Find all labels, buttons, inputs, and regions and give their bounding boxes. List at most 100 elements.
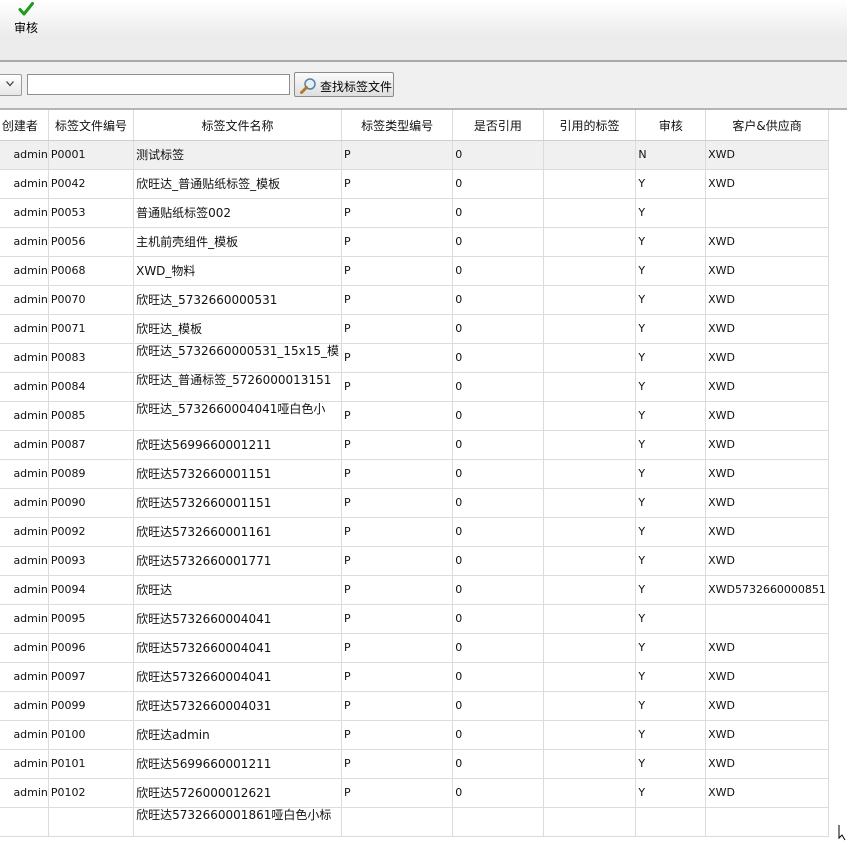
- cell-audit[interactable]: Y: [635, 343, 707, 373]
- cell-customer[interactable]: XWD5732660000851: [705, 575, 829, 605]
- cell-creator[interactable]: [0, 807, 49, 837]
- cell-customer[interactable]: XWD: [705, 691, 829, 721]
- cell-code[interactable]: P0068: [48, 256, 135, 286]
- cell-referenced[interactable]: 0: [452, 546, 544, 576]
- table-row[interactable]: admin P0085 欣旺达_5732660004041哑白色小 P 0 Y XWD: [0, 401, 829, 431]
- cell-type[interactable]: P: [341, 314, 454, 344]
- find-label-file-button[interactable]: 查找标签文件: [294, 72, 394, 97]
- cell-referenced[interactable]: 0: [452, 343, 544, 373]
- cell-referenced[interactable]: [452, 807, 544, 837]
- cell-code[interactable]: P0093: [48, 546, 135, 576]
- cell-name[interactable]: 欣旺达_普通贴纸标签_模板: [133, 169, 342, 199]
- table-row[interactable]: admin P0087 欣旺达5699660001211 P 0 Y XWD: [0, 430, 829, 460]
- cell-creator[interactable]: admin: [0, 749, 49, 779]
- cell-audit[interactable]: N: [635, 140, 707, 170]
- cell-referenced[interactable]: 0: [452, 633, 544, 663]
- col-header-customer[interactable]: 客户&供应商: [705, 110, 829, 141]
- cell-referenced[interactable]: 0: [452, 517, 544, 547]
- cell-creator[interactable]: admin: [0, 604, 49, 634]
- cell-audit[interactable]: Y: [635, 488, 707, 518]
- table-row[interactable]: admin P0099 欣旺达5732660004031 P 0 Y XWD: [0, 691, 829, 721]
- cell-creator[interactable]: admin: [0, 691, 49, 721]
- cell-creator[interactable]: admin: [0, 256, 49, 286]
- cell-referenced[interactable]: 0: [452, 604, 544, 634]
- cell-customer[interactable]: XWD: [705, 314, 829, 344]
- cell-creator[interactable]: admin: [0, 227, 49, 257]
- cell-code[interactable]: P0097: [48, 662, 135, 692]
- cell-referenced[interactable]: 0: [452, 488, 544, 518]
- cell-customer[interactable]: XWD: [705, 546, 829, 576]
- cell-referenced[interactable]: 0: [452, 169, 544, 199]
- cell-creator[interactable]: admin: [0, 285, 49, 315]
- cell-type[interactable]: P: [341, 720, 454, 750]
- cell-type[interactable]: P: [341, 691, 454, 721]
- cell-creator[interactable]: admin: [0, 546, 49, 576]
- cell-creator[interactable]: admin: [0, 314, 49, 344]
- cell-code[interactable]: P0070: [48, 285, 135, 315]
- cell-type[interactable]: P: [341, 140, 454, 170]
- cell-name[interactable]: 欣旺达: [133, 575, 342, 605]
- cell-ref-tag[interactable]: [543, 430, 637, 460]
- cell-referenced[interactable]: 0: [452, 430, 544, 460]
- cell-referenced[interactable]: 0: [452, 285, 544, 315]
- cell-type[interactable]: P: [341, 575, 454, 605]
- cell-code[interactable]: P0084: [48, 372, 135, 402]
- cell-ref-tag[interactable]: [543, 488, 637, 518]
- cell-type[interactable]: P: [341, 401, 454, 431]
- cell-name[interactable]: 欣旺达5732660001771: [133, 546, 342, 576]
- cell-type[interactable]: P: [341, 459, 454, 489]
- cell-type[interactable]: P: [341, 546, 454, 576]
- cell-creator[interactable]: admin: [0, 198, 49, 228]
- cell-code[interactable]: P0100: [48, 720, 135, 750]
- cell-referenced[interactable]: 0: [452, 140, 544, 170]
- cell-creator[interactable]: admin: [0, 720, 49, 750]
- cell-audit[interactable]: [635, 807, 707, 837]
- col-header-name[interactable]: 标签文件名称: [133, 110, 342, 141]
- cell-name[interactable]: 欣旺达admin: [133, 720, 342, 750]
- cell-name[interactable]: 欣旺达5732660004041: [133, 633, 342, 663]
- cell-customer[interactable]: XWD: [705, 517, 829, 547]
- cell-code[interactable]: P0102: [48, 778, 135, 808]
- cell-type[interactable]: P: [341, 778, 454, 808]
- cell-type[interactable]: P: [341, 633, 454, 663]
- cell-referenced[interactable]: 0: [452, 227, 544, 257]
- table-row[interactable]: admin P0096 欣旺达5732660004041 P 0 Y XWD: [0, 633, 829, 663]
- table-row[interactable]: admin P0102 欣旺达5726000012621 P 0 Y XWD: [0, 778, 829, 808]
- cell-code[interactable]: P0090: [48, 488, 135, 518]
- cell-audit[interactable]: Y: [635, 575, 707, 605]
- approve-button[interactable]: 审核: [8, 0, 44, 38]
- cell-customer[interactable]: XWD: [705, 459, 829, 489]
- cell-ref-tag[interactable]: [543, 517, 637, 547]
- cell-name[interactable]: 欣旺达5732660001151: [133, 488, 342, 518]
- cell-type[interactable]: P: [341, 198, 454, 228]
- table-row[interactable]: admin P0068 XWD_物料 P 0 Y XWD: [0, 256, 829, 286]
- table-row[interactable]: admin P0084 欣旺达_普通标签_5726000013151 P 0 Y XWD: [0, 372, 829, 402]
- cell-customer[interactable]: XWD: [705, 401, 829, 431]
- cell-type[interactable]: P: [341, 517, 454, 547]
- cell-code[interactable]: P0056: [48, 227, 135, 257]
- cell-name[interactable]: 欣旺达_5732660000531_15x15_模: [133, 343, 342, 373]
- table-row[interactable]: admin P0095 欣旺达5732660004041 P 0 Y: [0, 604, 829, 634]
- cell-creator[interactable]: admin: [0, 401, 49, 431]
- cell-customer[interactable]: XWD: [705, 285, 829, 315]
- cell-creator[interactable]: admin: [0, 633, 49, 663]
- cell-ref-tag[interactable]: [543, 662, 637, 692]
- cell-name[interactable]: 普通贴纸标签002: [133, 198, 342, 228]
- table-row[interactable]: admin P0070 欣旺达_5732660000531 P 0 Y XWD: [0, 285, 829, 315]
- cell-name[interactable]: 欣旺达_5732660000531: [133, 285, 342, 315]
- cell-name[interactable]: 欣旺达5732660001161: [133, 517, 342, 547]
- table-row[interactable]: admin P0071 欣旺达_模板 P 0 Y XWD: [0, 314, 829, 344]
- cell-name[interactable]: 欣旺达5699660001211: [133, 749, 342, 779]
- cell-creator[interactable]: admin: [0, 430, 49, 460]
- table-row[interactable]: admin P0090 欣旺达5732660001151 P 0 Y XWD: [0, 488, 829, 518]
- cell-audit[interactable]: Y: [635, 459, 707, 489]
- field-dropdown[interactable]: [0, 74, 22, 96]
- cell-audit[interactable]: Y: [635, 372, 707, 402]
- cell-referenced[interactable]: 0: [452, 575, 544, 605]
- cell-type[interactable]: P: [341, 604, 454, 634]
- cell-code[interactable]: P0095: [48, 604, 135, 634]
- cell-audit[interactable]: Y: [635, 285, 707, 315]
- cell-ref-tag[interactable]: [543, 401, 637, 431]
- cell-audit[interactable]: Y: [635, 633, 707, 663]
- cell-customer[interactable]: [705, 807, 829, 837]
